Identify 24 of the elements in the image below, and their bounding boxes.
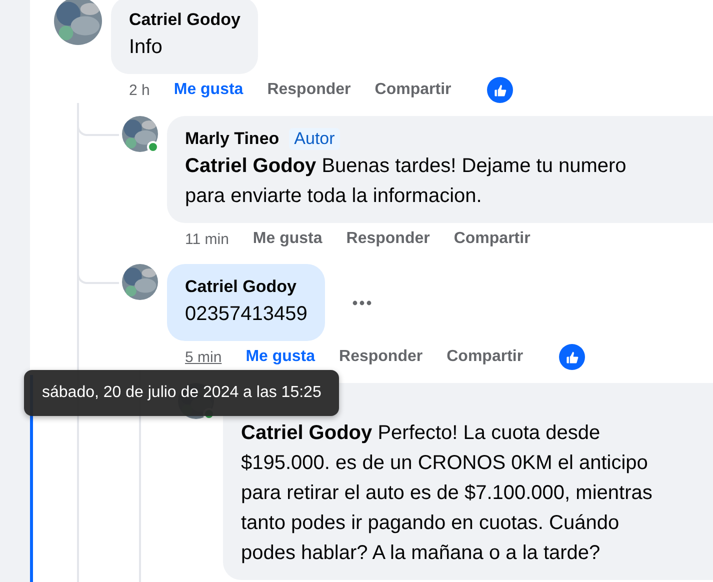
avatar — [122, 116, 158, 152]
comment-action-link[interactable]: Me gusta — [246, 348, 316, 366]
comment-text: Info — [129, 35, 164, 60]
avatar — [54, 0, 102, 45]
comment-author[interactable]: Catriel Godoy — [185, 277, 296, 297]
more-icon[interactable] — [352, 300, 372, 306]
comment-time[interactable]: 2 h — [129, 82, 150, 98]
comment-time[interactable]: 11 min — [185, 230, 229, 248]
comment-action-link[interactable]: Responder — [267, 81, 351, 99]
comment-text: Catriel Godoy Perfecto! La cuota desde $195.000. es de un CRONOS 0KM el anticipo para retirar el auto es de $7.100.000, mientras tanto podes ir pagando en cuotas. Cuándo podes hablar? A la mañana o a la tarde? — [241, 421, 654, 566]
author-badge: Autor — [289, 128, 340, 150]
comment-action-link[interactable]: Compartir — [374, 81, 452, 99]
comment-action-link[interactable]: Responder — [339, 348, 423, 366]
comment-action-link[interactable]: Responder — [346, 230, 430, 248]
comment-action-link[interactable]: Compartir — [454, 230, 530, 248]
comment-author[interactable]: Marly Tineo — [185, 129, 280, 149]
avatar — [122, 264, 158, 300]
comment-action-link[interactable]: Me gusta — [252, 230, 322, 248]
comment-time[interactable]: 5 min — [185, 348, 222, 366]
comment-author[interactable]: Catriel Godoy — [129, 10, 240, 30]
comment-action-link[interactable]: Me gusta — [174, 81, 244, 99]
comment-text: 02357413459 — [185, 302, 308, 327]
comment-text: Catriel Godoy Buenas tardes! Dejame tu numero para enviarte toda la informacion. — [185, 154, 628, 209]
comment-action-link[interactable]: Compartir — [446, 348, 524, 366]
